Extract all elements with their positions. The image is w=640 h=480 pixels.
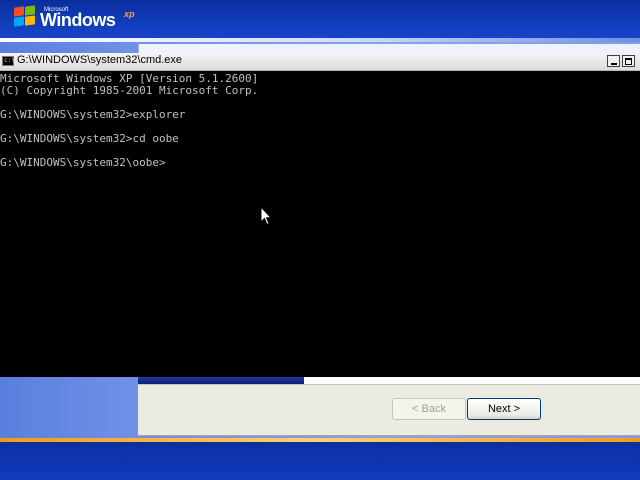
- setup-progress-bar: [138, 376, 640, 384]
- cmd-window-title: G:\WINDOWS\system32\cmd.exe: [17, 54, 183, 66]
- wizard-button-bar: [138, 384, 640, 436]
- logo-xp-text: xp: [124, 9, 135, 19]
- top-divider: [0, 38, 640, 42]
- windows-flag-icon: [14, 5, 36, 27]
- next-button[interactable]: Next >: [467, 398, 541, 420]
- bottom-divider: [0, 438, 640, 442]
- console-line: G:\WINDOWS\system32>cd oobe: [0, 132, 179, 145]
- setup-progress-fill: [138, 376, 304, 384]
- cmd-titlebar[interactable]: c:\ G:\WINDOWS\system32\cmd.exe: [0, 53, 640, 71]
- cmd-window[interactable]: c:\ G:\WINDOWS\system32\cmd.exe Microsof…: [0, 53, 640, 377]
- console-prompt-line: G:\WINDOWS\system32\oobe>: [0, 156, 166, 169]
- back-button[interactable]: < Back: [392, 398, 466, 420]
- console-output[interactable]: Microsoft Windows XP [Version 5.1.2600] …: [0, 71, 640, 377]
- logo-windows-text: Windows: [40, 10, 116, 30]
- windows-xp-logo: Microsoft Windows xp: [14, 4, 144, 32]
- maximize-button[interactable]: [622, 55, 635, 67]
- minimize-button[interactable]: [607, 55, 620, 67]
- console-line: (C) Copyright 1985-2001 Microsoft Corp.: [0, 84, 259, 97]
- oobe-bottom-band: [0, 441, 640, 480]
- console-icon[interactable]: c:\: [2, 56, 15, 66]
- console-line: G:\WINDOWS\system32>explorer: [0, 108, 186, 121]
- mouse-pointer-icon: [260, 206, 272, 226]
